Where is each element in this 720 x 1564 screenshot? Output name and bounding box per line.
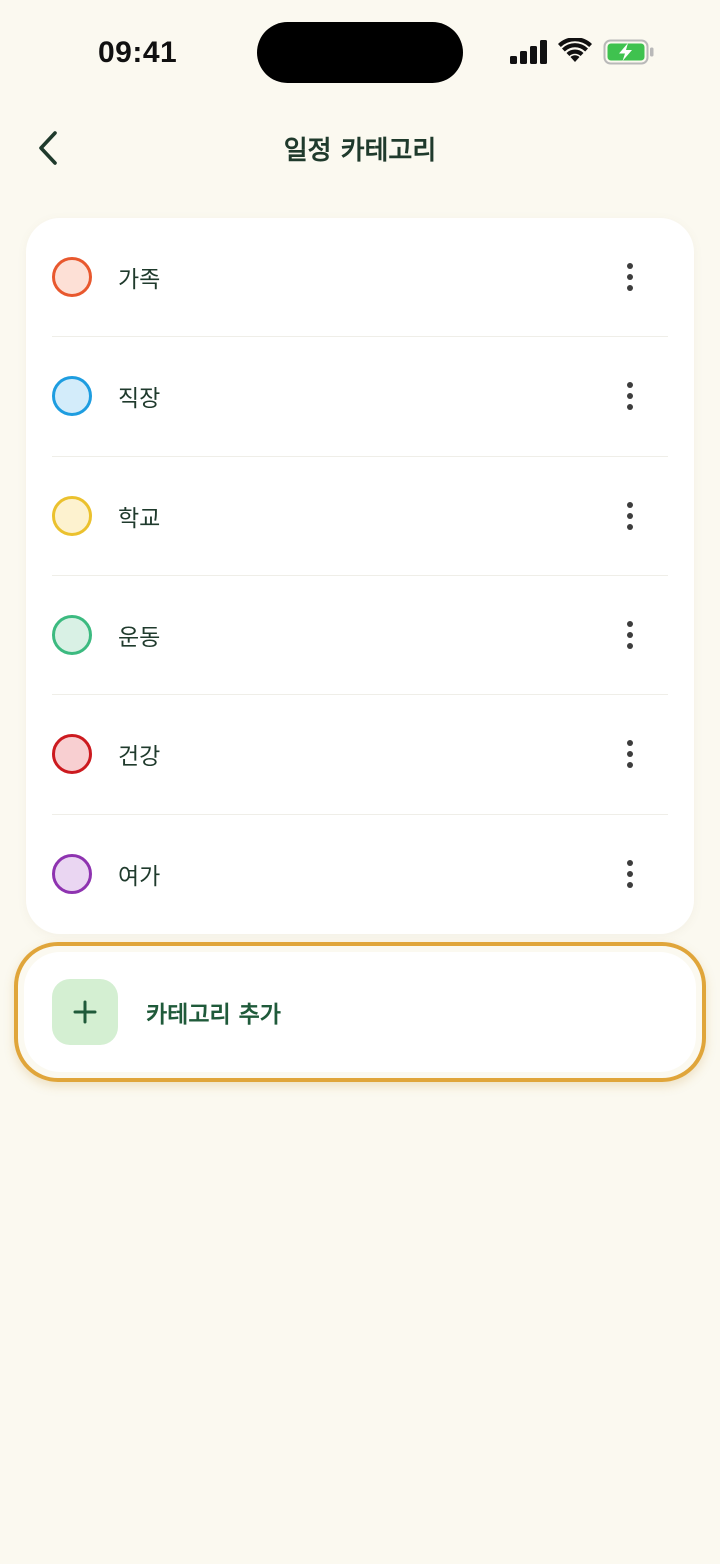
color-indicator (52, 615, 92, 656)
category-name: 운동 (118, 625, 161, 652)
more-options-button[interactable] (608, 249, 652, 305)
more-vertical-icon (627, 740, 633, 747)
color-indicator (52, 257, 92, 298)
category-name: 건강 (118, 744, 161, 771)
status-bar: 09:41 (0, 0, 720, 100)
dynamic-island (257, 22, 463, 83)
status-time: 09:41 (98, 36, 178, 69)
plus-icon (73, 1000, 97, 1024)
more-vertical-icon (627, 860, 633, 867)
top-app-bar: 일정 카테고리 (0, 110, 720, 186)
more-options-button[interactable] (608, 607, 652, 663)
page-title: 일정 카테고리 (283, 136, 437, 166)
category-name: 가족 (118, 267, 161, 294)
more-options-button[interactable] (608, 726, 652, 782)
category-row-leisure[interactable]: 여가 (52, 815, 668, 934)
category-list: 가족 직장 학교 운동 건강 여가 (26, 218, 694, 934)
category-row-health[interactable]: 건강 (52, 695, 668, 815)
more-vertical-icon (627, 621, 633, 628)
category-row-family[interactable]: 가족 (52, 218, 668, 338)
wifi-icon (558, 38, 592, 62)
more-options-button[interactable] (608, 368, 652, 424)
category-row-work[interactable]: 직장 (52, 337, 668, 457)
add-category-button[interactable]: 카테고리 추가 (24, 952, 696, 1072)
category-name: 직장 (118, 386, 161, 413)
more-vertical-icon (627, 501, 633, 508)
add-icon-container (52, 979, 118, 1045)
more-vertical-icon (627, 382, 633, 389)
color-indicator (52, 734, 92, 775)
more-options-button[interactable] (608, 846, 652, 902)
color-indicator (52, 495, 92, 536)
category-row-school[interactable]: 학교 (52, 457, 668, 576)
color-indicator (52, 376, 92, 417)
more-options-button[interactable] (608, 488, 652, 544)
category-row-exercise[interactable]: 운동 (52, 576, 668, 696)
cellular-signal-icon (510, 40, 547, 64)
category-name: 학교 (118, 505, 161, 532)
more-vertical-icon (627, 263, 633, 270)
category-name: 여가 (118, 864, 161, 891)
add-category-label: 카테고리 추가 (146, 1002, 281, 1028)
category-settings-screen: 09:41 일정 카테고리 가족 직장 학교 운동 건강 여가 카테고리 추가 (0, 0, 720, 1564)
color-indicator (52, 854, 92, 895)
battery-charging-icon (603, 39, 654, 65)
